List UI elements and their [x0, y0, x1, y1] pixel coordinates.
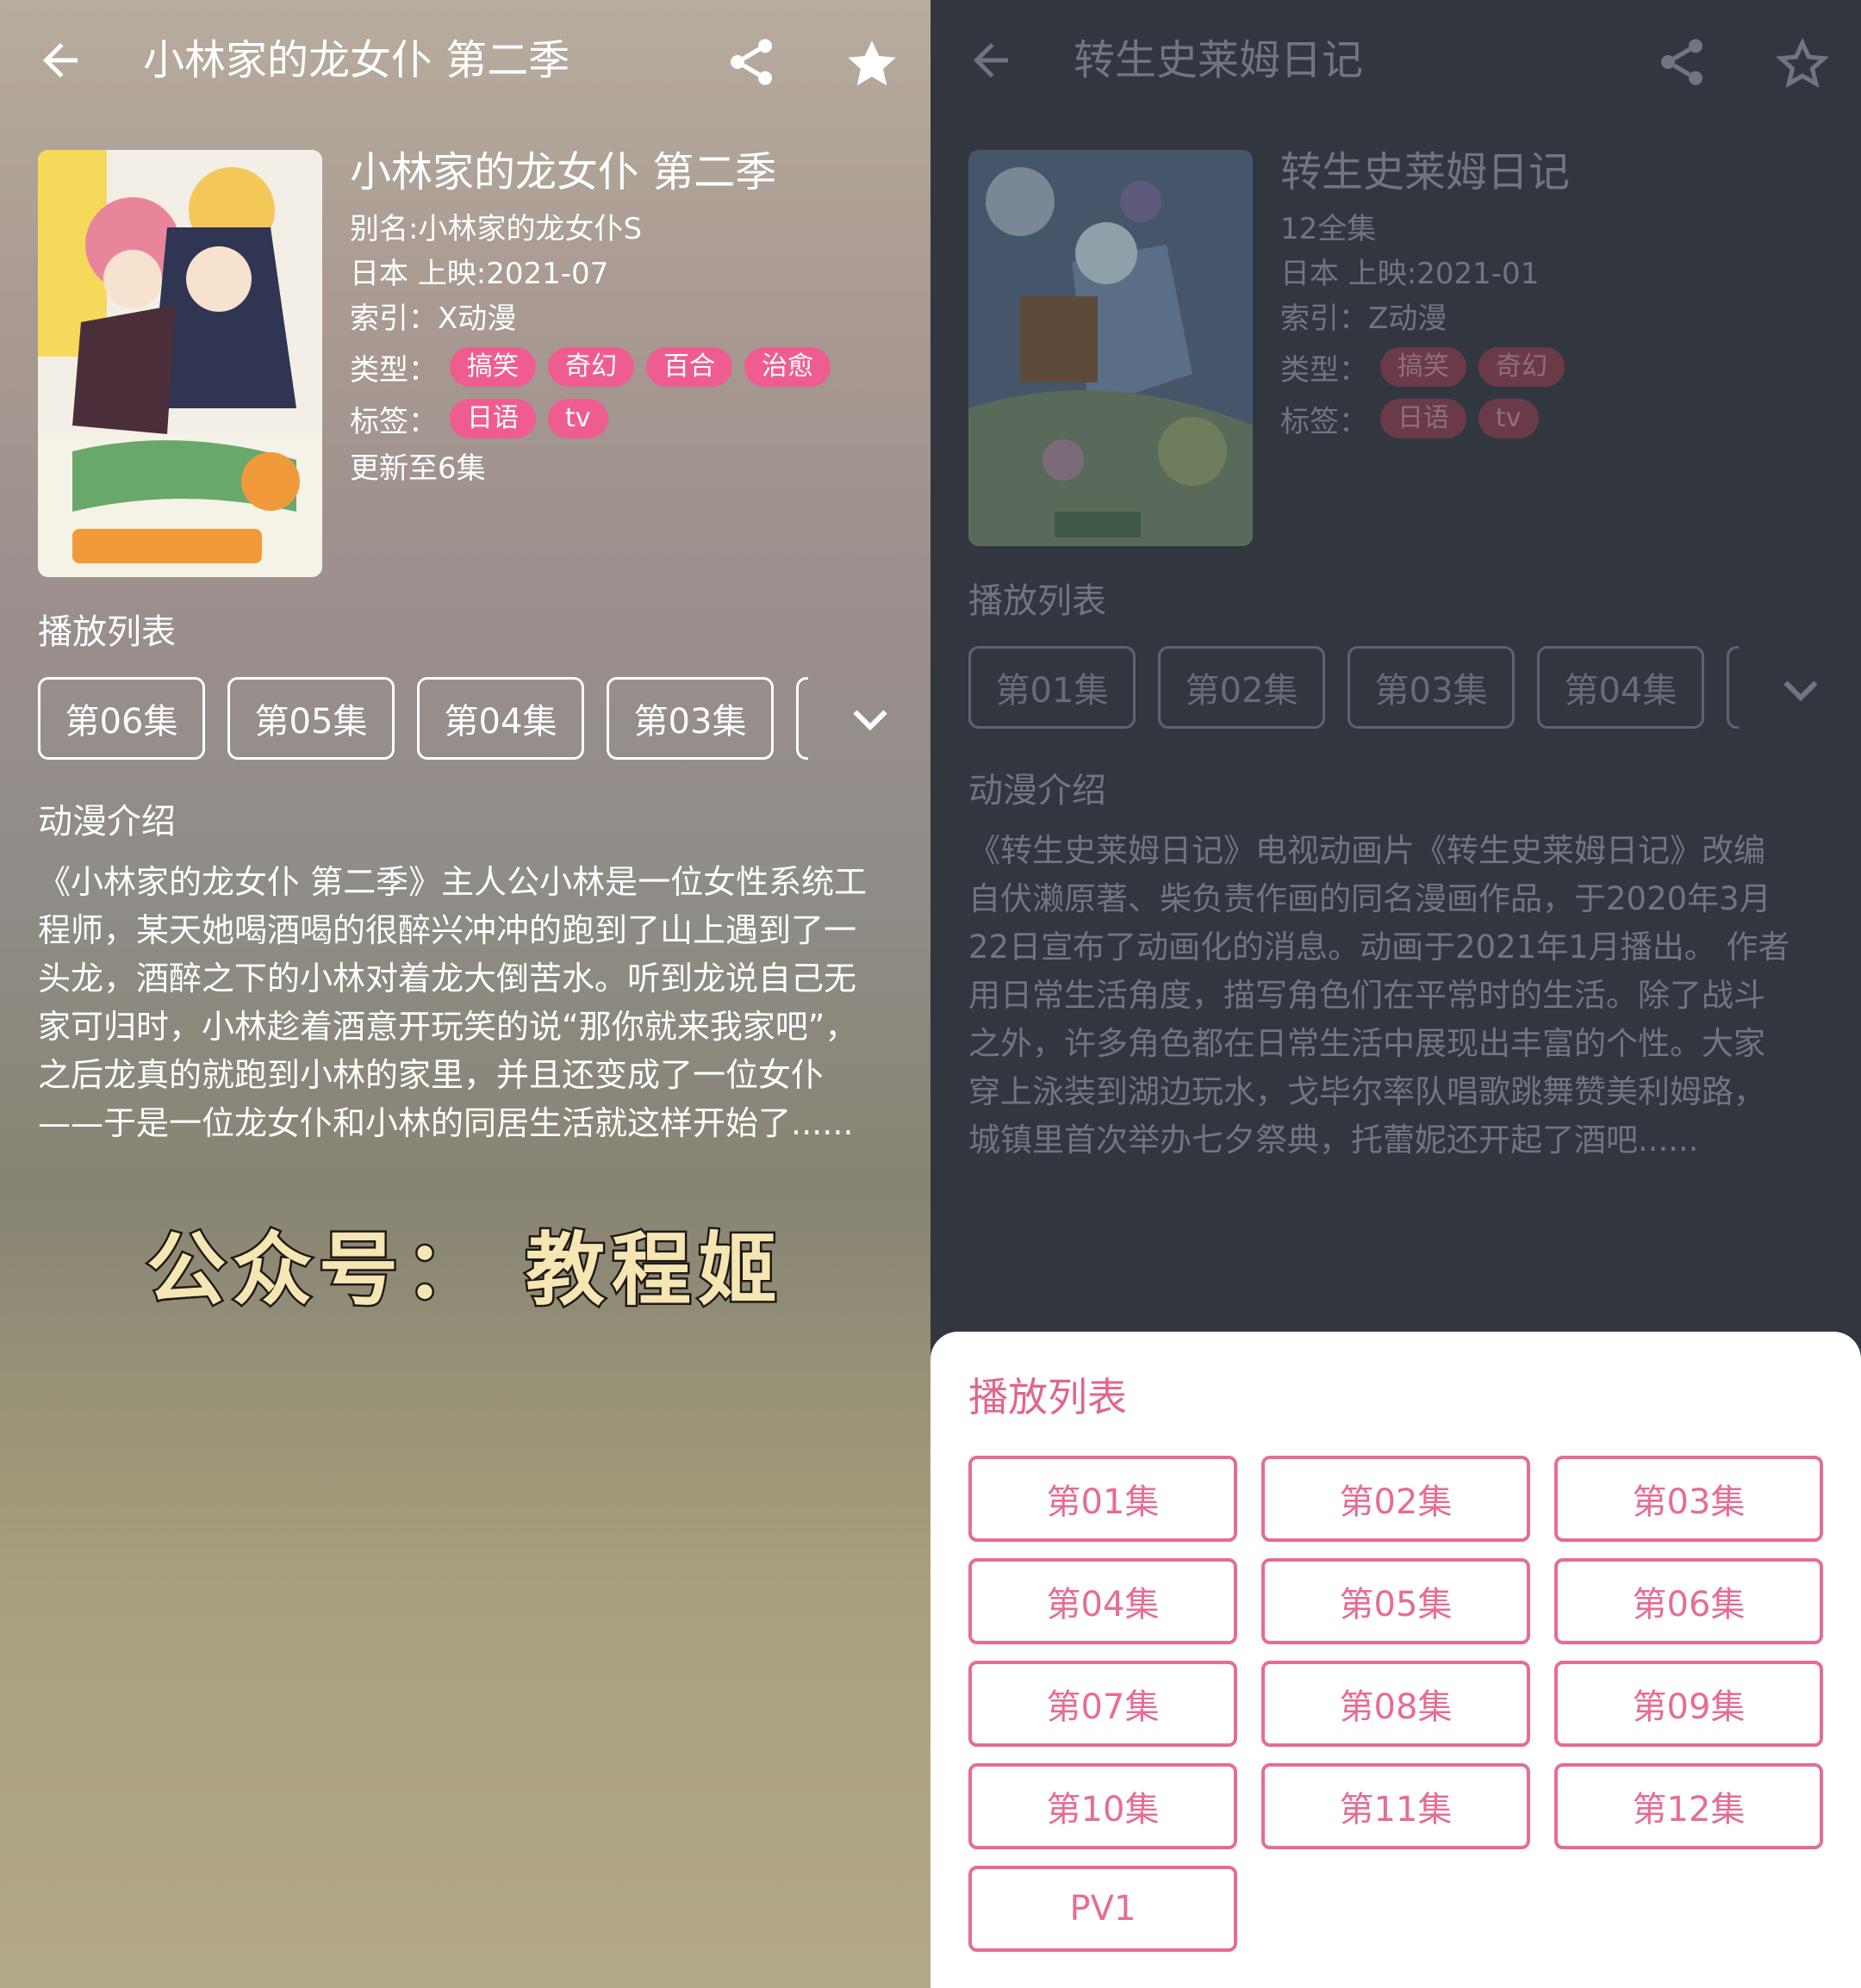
region-date-text: 日本 上映:2021-01	[1280, 257, 1540, 291]
genre-row: 类型： 搞笑 奇幻	[1280, 341, 1832, 393]
index-text: 索引：Z动漫	[1280, 301, 1447, 336]
poster-art	[38, 150, 322, 577]
tag-chip[interactable]: 日语	[450, 399, 536, 438]
genre-tag[interactable]: 奇幻	[548, 347, 634, 387]
toolbar: 小林家的龙女仆 第二季	[0, 0, 930, 121]
sheet-episode-button[interactable]: 第06集	[1554, 1558, 1823, 1644]
sheet-episode-button[interactable]: PV1	[968, 1866, 1237, 1952]
episode-button[interactable]: 第06集	[38, 677, 205, 760]
sheet-episode-button[interactable]: 第07集	[968, 1661, 1237, 1747]
back-arrow-icon[interactable]	[34, 34, 86, 86]
back-arrow-icon[interactable]	[965, 34, 1017, 86]
intro-line: 用日常生活角度，描写角色们在平常时的生活。除了战斗	[968, 977, 1765, 1014]
tag-chip[interactable]: tv	[548, 399, 608, 438]
genre-label: 类型：	[350, 352, 438, 388]
sheet-episode-button[interactable]: 第11集	[1261, 1763, 1530, 1849]
episode-button[interactable]: 第01集	[968, 646, 1136, 729]
anime-poster[interactable]	[38, 150, 322, 577]
sheet-episode-button[interactable]: 第04集	[968, 1558, 1237, 1644]
share-icon[interactable]	[1654, 34, 1709, 90]
playlist-bottom-sheet: 播放列表 第01集 第02集 第03集 第04集 第05集 第06集 第07集 …	[930, 1332, 1861, 1988]
intro-heading: 动漫介绍	[968, 771, 1106, 811]
playlist-heading: 播放列表	[968, 581, 1106, 621]
intro-line: ——于是一位龙女仆和小林的同居生活就这样开始了......	[38, 1104, 854, 1142]
sheet-episode-button[interactable]: 第10集	[968, 1763, 1237, 1849]
intro-line: 之外，许多角色都在日常生活中展现出丰富的个性。大家	[968, 1025, 1765, 1062]
tags-label: 标签：	[1280, 404, 1368, 439]
playlist-heading: 播放列表	[38, 612, 176, 652]
toolbar-title: 小林家的龙女仆 第二季	[143, 36, 570, 84]
episode-strip: 第01集 第02集 第03集 第04集	[968, 646, 1761, 729]
anime-title: 小林家的龙女仆 第二季	[350, 148, 777, 196]
intro-heading: 动漫介绍	[38, 802, 176, 842]
tag-chip[interactable]: 日语	[1380, 399, 1466, 438]
intro-line: 自伏濑原著、柴负责作画的同名漫画作品，于2020年3月	[968, 880, 1771, 917]
episode-button[interactable]: 第03集	[1348, 646, 1515, 729]
episode-button[interactable]: 第04集	[417, 677, 584, 760]
sheet-episode-button[interactable]: 第12集	[1554, 1763, 1823, 1849]
intro-line: 穿上泳装到湖边玩水，戈毕尔率队唱歌跳舞赞美利姆路，	[968, 1073, 1765, 1110]
intro-line: 《小林家的龙女仆 第二季》主人公小林是一位女性系统工	[38, 863, 868, 901]
sheet-episode-button[interactable]: 第05集	[1261, 1558, 1530, 1644]
sheet-episode-button[interactable]: 第02集	[1261, 1456, 1530, 1542]
episode-button[interactable]: 第03集	[607, 677, 774, 760]
intro-line: 头龙，酒醉之下的小林对着龙大倒苦水。听到龙说自己无	[38, 960, 857, 997]
anime-title: 转生史莱姆日记	[1280, 148, 1571, 196]
tags-row: 标签： 日语 tv	[350, 393, 901, 444]
genre-tag[interactable]: 治愈	[744, 347, 831, 387]
star-icon[interactable]	[843, 34, 901, 93]
alias-text: 别名:小林家的龙女仆S	[350, 212, 643, 246]
index-text: 索引：X动漫	[350, 301, 517, 336]
intro-line: 家可归时，小林趁着酒意开玩笑的说“那你就来我家吧”，	[38, 1008, 858, 1046]
region-date-text: 日本 上映:2021-07	[350, 257, 609, 291]
intro-line: 之后龙真的就跑到小林的家里，并且还变成了一位女仆	[38, 1056, 825, 1094]
chevron-down-icon[interactable]	[844, 693, 896, 744]
toolbar-title: 转生史莱姆日记	[1074, 36, 1364, 84]
info-block: 小林家的龙女仆 第二季 别名:小林家的龙女仆S 日本 上映:2021-07 索引…	[350, 146, 901, 491]
left-detail-screen: 小林家的龙女仆 第二季 小林家的龙女仆 第二季 别名:小林家的龙女仆S 日本 上…	[0, 0, 930, 1988]
genre-row: 类型： 搞笑 奇幻 百合 治愈	[350, 341, 901, 393]
intro-line: 22日宣布了动画化的消息。动画于2021年1月播出。 作者	[968, 929, 1790, 966]
update-status: 更新至6集	[350, 451, 486, 486]
episode-strip: 第06集 第05集 第04集 第03集	[38, 677, 831, 760]
chevron-down-icon[interactable]	[1775, 663, 1827, 715]
toolbar: 转生史莱姆日记	[930, 0, 1861, 121]
intro-text: 《小林家的龙女仆 第二季》主人公小林是一位女性系统工 程师，某天她喝酒喝的很醉兴…	[38, 858, 899, 1147]
sheet-heading: 播放列表	[968, 1374, 1127, 1420]
episode-button[interactable]: 第04集	[1537, 646, 1704, 729]
intro-line: 《转生史莱姆日记》电视动画片《转生史莱姆日记》改编	[968, 832, 1765, 869]
episode-button[interactable]: 第05集	[227, 677, 395, 760]
genre-tag[interactable]: 搞笑	[1380, 347, 1466, 387]
tag-chip[interactable]: tv	[1478, 399, 1539, 438]
sheet-episode-button[interactable]: 第09集	[1554, 1661, 1823, 1747]
episode-button[interactable]: 第02集	[1158, 646, 1325, 729]
star-outline-icon[interactable]	[1773, 34, 1832, 93]
episode-count: 12全集	[1280, 212, 1377, 246]
sheet-episode-button[interactable]: 第01集	[968, 1456, 1237, 1542]
poster-art	[968, 150, 1253, 546]
episode-button-partial[interactable]	[1727, 646, 1739, 729]
sheet-episode-button[interactable]: 第08集	[1261, 1661, 1530, 1747]
intro-line: 城镇里首次举办七夕祭典，托蕾妮还开起了酒吧......	[968, 1121, 1699, 1159]
sheet-episode-button[interactable]: 第03集	[1554, 1456, 1823, 1542]
genre-tag[interactable]: 百合	[646, 347, 732, 387]
genre-tag[interactable]: 奇幻	[1478, 347, 1565, 387]
tags-label: 标签：	[350, 404, 438, 439]
tags-row: 标签： 日语 tv	[1280, 393, 1832, 444]
intro-line: 程师，某天她喝酒喝的很醉兴冲冲的跑到了山上遇到了一	[38, 911, 857, 949]
anime-poster[interactable]	[968, 150, 1253, 546]
intro-text: 《转生史莱姆日记》电视动画片《转生史莱姆日记》改编 自伏濑原著、柴负责作画的同名…	[968, 827, 1830, 1165]
info-block: 转生史莱姆日记 12全集 日本 上映:2021-01 索引：Z动漫 类型： 搞笑…	[1280, 146, 1832, 444]
episode-button-partial[interactable]	[796, 677, 808, 760]
right-detail-screen: 转生史莱姆日记 转生史莱姆日记 12全集 日本 上映:2021-01 索引：Z动…	[930, 0, 1861, 1988]
watermark-text: 公众号： 教程姬	[144, 1222, 785, 1319]
genre-tag[interactable]: 搞笑	[450, 347, 536, 387]
share-icon[interactable]	[724, 34, 779, 90]
genre-label: 类型：	[1280, 352, 1368, 388]
